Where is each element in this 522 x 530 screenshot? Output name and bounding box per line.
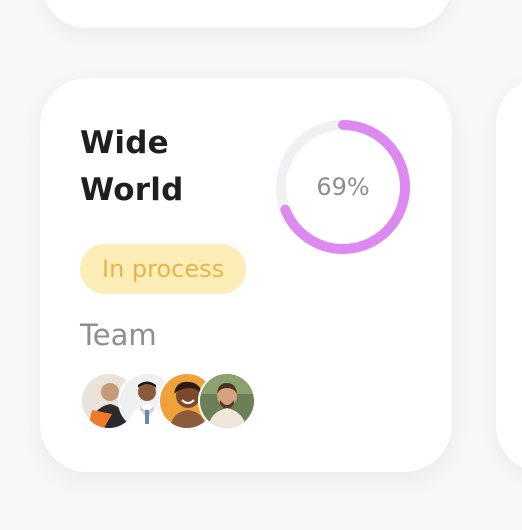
project-card-partial-top[interactable] [42,0,452,28]
avatar-4[interactable] [198,372,256,430]
status-badge: In process [80,244,247,294]
progress-percent: 69% [316,173,370,201]
project-card-partial-right[interactable] [496,78,522,472]
project-card[interactable]: Wide World 69% In process Team [40,78,452,472]
project-title: Wide World [80,120,250,214]
dashboard-canvas: Wide World 69% In process Team [0,0,522,530]
team-label: Team [80,318,157,352]
project-title-line-1: Wide [80,125,169,161]
progress-ring: 69% [274,118,412,256]
project-title-line-2: World [80,172,184,208]
team-avatars [80,372,260,432]
person-photo-icon [200,374,254,428]
